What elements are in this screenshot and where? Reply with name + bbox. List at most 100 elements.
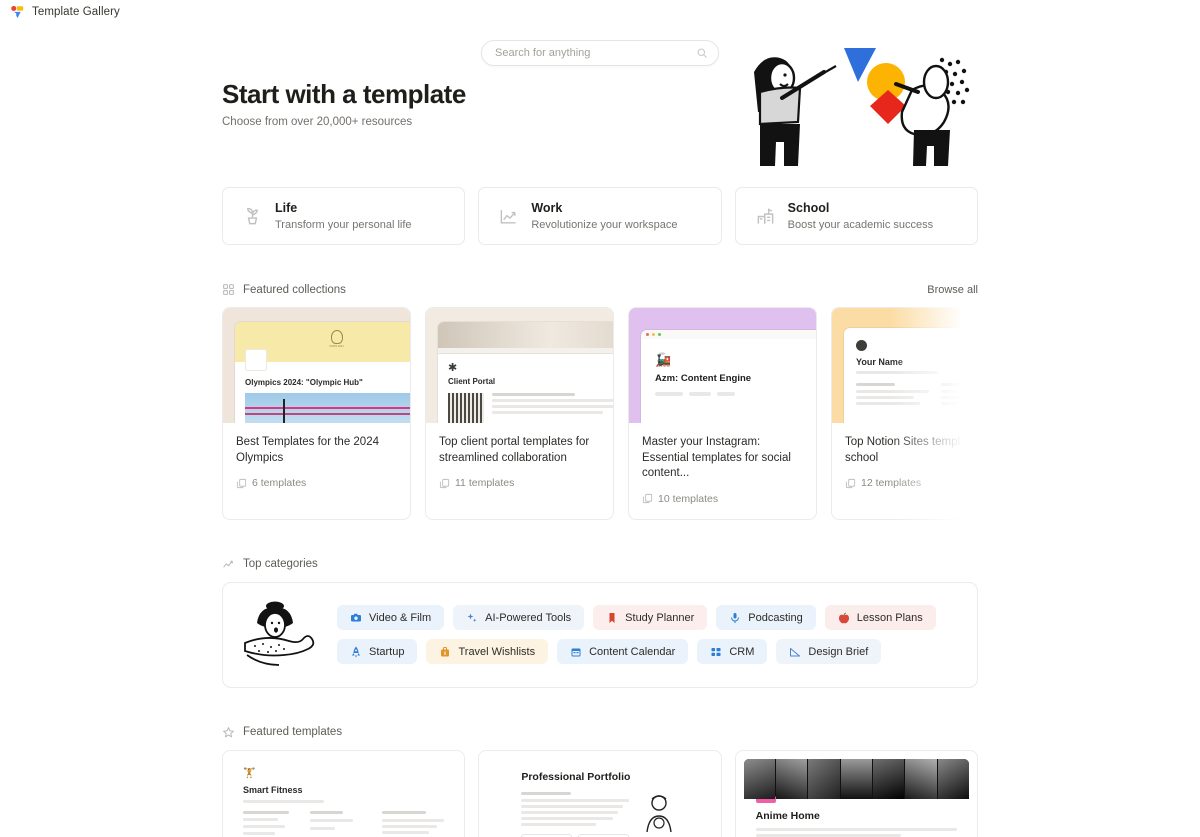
category-pill-label: Podcasting	[748, 611, 803, 624]
suitcase-icon	[441, 646, 450, 657]
category-pill-label: Content Calendar	[589, 645, 676, 658]
collection-title: Best Templates for the 2024 Olympics	[236, 436, 379, 464]
category-pill-ai-powered-tools[interactable]: AI-Powered Tools	[453, 605, 585, 631]
line-chart-up-icon	[500, 209, 516, 224]
collection-count-label: 10 templates	[658, 492, 719, 505]
collection-title: Master your Instagram: Essential templat…	[642, 436, 791, 480]
trend-up-icon	[223, 560, 233, 568]
collection-thumbnail: ✱ Client Portal	[426, 308, 613, 423]
category-pill-video-film[interactable]: Video & Film	[337, 605, 445, 631]
collection-thumbnail-title: Client Portal	[448, 377, 496, 386]
collection-thumbnail: 🚂 Azm: Content Engine	[629, 308, 816, 423]
collection-thumbnail-title: Your Name	[856, 357, 903, 367]
collection-thumbnail-title: Olympics 2024: "Olympic Hub"	[245, 378, 363, 387]
pillar-card-school[interactable]: School Boost your academic success	[734, 187, 978, 245]
category-pill-design-brief[interactable]: Design Brief	[776, 639, 882, 665]
collection-title: Top client portal templates for streamli…	[439, 436, 590, 464]
collection-card[interactable]: ✱ Client Portal Top client portal templa…	[425, 307, 614, 520]
hero-section: Start with a template Choose from over 2…	[222, 48, 978, 166]
collection-card[interactable]: PARIS 2024 Olympics 2024: "Olympic Hub"	[222, 307, 411, 520]
grid-blocks-icon	[223, 284, 234, 295]
category-pill-content-calendar[interactable]: Content Calendar	[557, 639, 689, 665]
featured-templates-row: 🏋 Smart Fitness Professional Portfolio A…	[222, 749, 978, 837]
collection-card[interactable]: 🚂 Azm: Content Engine Master your Instag…	[628, 307, 817, 520]
search-box[interactable]	[481, 40, 719, 66]
collection-thumbnail-title: Azm: Content Engine	[655, 373, 752, 384]
table-grid-icon	[711, 647, 721, 656]
camera-icon	[351, 613, 361, 622]
angle-ruler-icon	[790, 647, 801, 657]
category-pill-study-planner[interactable]: Study Planner	[593, 605, 708, 631]
collection-count: 12 templates	[845, 477, 978, 489]
copy-pages-icon	[845, 478, 856, 488]
sparkles-icon	[467, 613, 477, 622]
category-pill-lesson-plans[interactable]: Lesson Plans	[824, 605, 936, 631]
school-building-icon	[757, 207, 773, 224]
category-pill-label: Travel Wishlists	[458, 645, 536, 658]
category-pill-crm[interactable]: CRM	[697, 639, 768, 665]
calendar-icon	[571, 648, 581, 657]
person-thumbs-up-illustration	[244, 601, 315, 666]
category-pill-startup[interactable]: Startup	[337, 639, 418, 665]
apple-icon	[838, 612, 849, 623]
bookmark-icon	[609, 612, 615, 623]
pillar-description: Transform your personal life	[275, 218, 412, 231]
pillar-title: Work	[531, 201, 563, 216]
window-title: Template Gallery	[32, 6, 120, 18]
category-pill-list: Video & Film AI-Powered Tools Study Plan…	[337, 605, 959, 665]
category-pill-label: Lesson Plans	[856, 611, 923, 624]
top-categories-panel: Video & Film AI-Powered Tools Study Plan…	[222, 581, 978, 688]
category-pill-podcasting[interactable]: Podcasting	[716, 605, 816, 631]
pillar-card-work[interactable]: Work Revolutionize your workspace	[478, 187, 722, 245]
section-title: Featured collections	[243, 283, 346, 296]
search-icon[interactable]	[696, 47, 708, 59]
category-pill-label: CRM	[729, 645, 755, 658]
template-card[interactable]: 🏋 Smart Fitness	[222, 749, 466, 837]
template-title: Anime Home	[755, 809, 820, 822]
browse-all-link[interactable]: Browse all	[927, 284, 978, 296]
category-pill-travel-wishlists[interactable]: Travel Wishlists	[426, 639, 549, 665]
category-pill-label: Startup	[369, 645, 405, 658]
category-pill-label: AI-Powered Tools	[485, 611, 572, 624]
collection-count: 11 templates	[439, 477, 600, 489]
notion-template-gallery-icon	[11, 5, 24, 18]
collection-count-label: 6 templates	[252, 477, 307, 490]
collection-count: 6 templates	[236, 477, 397, 489]
two-people-with-shapes-illustration	[754, 48, 970, 166]
pillar-card-life[interactable]: Life Transform your personal life	[222, 187, 466, 245]
top-categories-header: Top categories	[222, 558, 978, 571]
featured-collections-header: Featured collections Browse all	[222, 283, 978, 296]
pillar-description: Boost your academic success	[787, 218, 934, 231]
copy-pages-icon	[439, 478, 450, 488]
section-title: Top categories	[243, 558, 318, 571]
rocket-icon	[352, 646, 360, 658]
collection-card[interactable]: Your Name Top Notion Sites templates sch…	[831, 307, 978, 520]
portfolio-person-illustration	[645, 794, 672, 832]
category-pill-label: Study Planner	[625, 611, 695, 624]
copy-pages-icon	[642, 493, 653, 504]
collection-count-label: 11 templates	[455, 477, 515, 490]
window-titlebar: Template Gallery	[0, 0, 1200, 24]
featured-templates-header: Featured templates	[222, 726, 978, 739]
collection-thumbnail: PARIS 2024 Olympics 2024: "Olympic Hub"	[223, 308, 410, 423]
template-card[interactable]: Professional Portfolio	[478, 749, 722, 837]
plant-icon	[247, 207, 258, 224]
pillar-cards: Life Transform your personal life Work R…	[222, 187, 978, 245]
collection-title: Top Notion Sites templates for school	[845, 436, 978, 464]
star-icon	[223, 726, 234, 737]
featured-collections-carousel: PARIS 2024 Olympics 2024: "Olympic Hub"	[222, 307, 978, 520]
collection-thumbnail: Your Name	[832, 308, 978, 423]
collection-count-label: 12 templates	[861, 477, 922, 490]
section-title: Featured templates	[243, 726, 343, 739]
template-gallery-page: Start with a template Choose from over 2…	[0, 24, 1200, 837]
copy-pages-icon	[236, 478, 247, 488]
template-title: Professional Portfolio	[521, 770, 631, 783]
search-input[interactable]	[495, 47, 696, 59]
template-card[interactable]: Anime Home	[734, 749, 978, 837]
pillar-title: School	[787, 201, 830, 216]
category-pill-label: Video & Film	[369, 611, 432, 624]
category-pill-label: Design Brief	[808, 645, 869, 658]
microphone-icon	[731, 612, 740, 623]
template-title: Smart Fitness	[243, 784, 303, 795]
pillar-description: Revolutionize your workspace	[531, 218, 678, 231]
